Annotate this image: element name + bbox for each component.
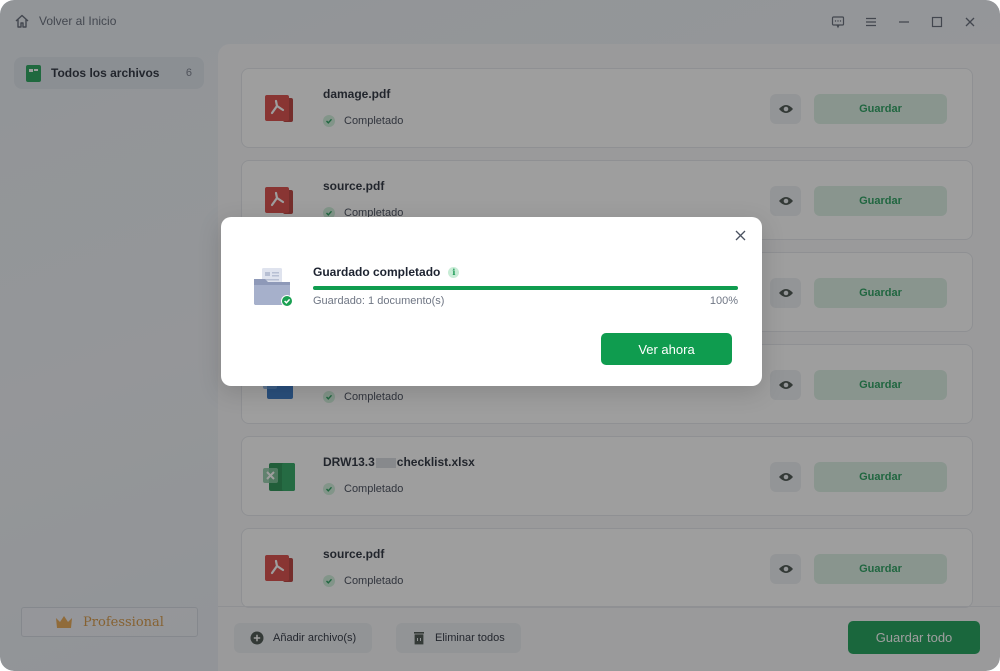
save-progress-bar [313,286,738,290]
app-window: Volver al Inicio Todos los archivos 6 Pr… [0,0,1000,671]
progress-fill [313,286,738,290]
view-now-button[interactable]: Ver ahora [601,333,732,365]
folder-saved-icon [254,268,293,307]
progress-percent: 100% [709,295,738,307]
save-complete-dialog: Guardado completado i Guardado: 1 docume… [221,217,762,386]
dialog-title: Guardado completado i [313,265,460,279]
dialog-subtitle: Guardado: 1 documento(s) [313,295,445,307]
dialog-close-button[interactable] [732,227,748,243]
info-icon[interactable]: i [448,266,460,278]
dialog-title-text: Guardado completado [313,265,441,279]
close-icon [735,230,745,240]
